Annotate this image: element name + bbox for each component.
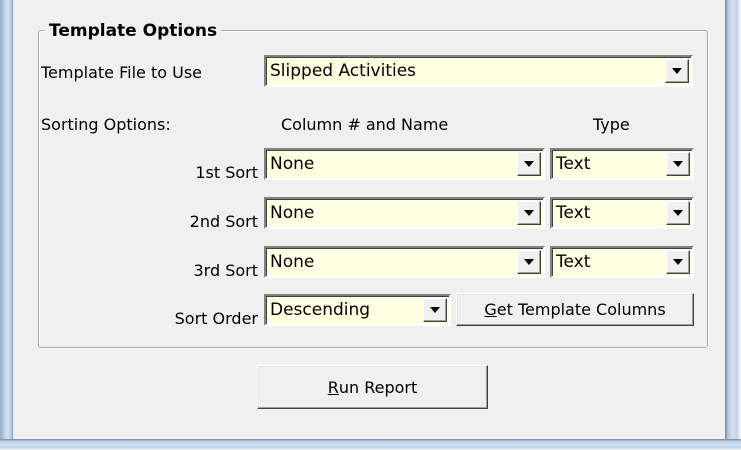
template-file-dropdown-button[interactable] — [665, 59, 689, 83]
sort-order-label: Sort Order — [174, 309, 258, 328]
dropdown-arrow-icon — [673, 161, 683, 167]
sort-3-type-dropdown[interactable]: Text — [550, 246, 694, 278]
sort-order-dropdown-button[interactable] — [423, 298, 447, 322]
sort-2-type-dropdown-button[interactable] — [666, 201, 690, 225]
dropdown-arrow-icon — [673, 210, 683, 216]
sort-2-type-value: Text — [556, 203, 591, 223]
run-report-button[interactable]: Run Report — [257, 365, 488, 409]
dropdown-arrow-icon — [524, 210, 534, 216]
type-header: Type — [593, 115, 630, 134]
sort-2-type-dropdown[interactable]: Text — [550, 197, 694, 229]
dropdown-arrow-icon — [524, 259, 534, 265]
dropdown-arrow-icon — [672, 68, 682, 74]
sort-1-type-value: Text — [556, 154, 591, 174]
sort-1-column-dropdown-button[interactable] — [517, 152, 541, 176]
sort-2-column-value: None — [270, 203, 315, 223]
sort-order-value: Descending — [270, 300, 371, 320]
group-title: Template Options — [45, 19, 222, 43]
column-header: Column # and Name — [281, 115, 449, 134]
sorting-options-label: Sorting Options: — [41, 115, 171, 134]
sort-3-type-value: Text — [556, 252, 591, 272]
sort-1-column-value: None — [270, 154, 315, 174]
template-file-dropdown[interactable]: Slipped Activities — [264, 55, 693, 87]
sort-3-type-dropdown-button[interactable] — [666, 250, 690, 274]
sort-3-column-value: None — [270, 252, 315, 272]
get-template-columns-button[interactable]: Get Template Columns — [456, 293, 694, 326]
sort-1-type-dropdown-button[interactable] — [666, 152, 690, 176]
window-frame-right — [725, 0, 741, 450]
dropdown-arrow-icon — [524, 161, 534, 167]
sort-1-column-dropdown[interactable]: None — [264, 148, 545, 180]
sort-3-column-dropdown-button[interactable] — [517, 250, 541, 274]
sort-2-column-dropdown-button[interactable] — [517, 201, 541, 225]
sort-1-type-dropdown[interactable]: Text — [550, 148, 694, 180]
sort-order-dropdown[interactable]: Descending — [264, 294, 451, 326]
run-report-mnemonic: R — [327, 377, 339, 397]
sort-3-column-dropdown[interactable]: None — [264, 246, 545, 278]
get-columns-mnemonic: G — [484, 300, 497, 319]
sort-2-column-dropdown[interactable]: None — [264, 197, 545, 229]
sort-1-label: 1st Sort — [195, 163, 258, 182]
sort-2-label: 2nd Sort — [189, 212, 258, 231]
template-file-label: Template File to Use — [41, 63, 202, 82]
dropdown-arrow-icon — [430, 307, 440, 313]
window-frame-bottom — [0, 439, 741, 450]
template-file-value: Slipped Activities — [270, 61, 417, 81]
window-frame-left — [0, 0, 13, 450]
dropdown-arrow-icon — [673, 259, 683, 265]
get-columns-label: et Template Columns — [496, 300, 666, 319]
dialog-body: Template Options Template File to Use Sl… — [13, 0, 725, 439]
run-report-label: un Report — [338, 377, 418, 397]
sort-3-label: 3rd Sort — [193, 261, 258, 280]
